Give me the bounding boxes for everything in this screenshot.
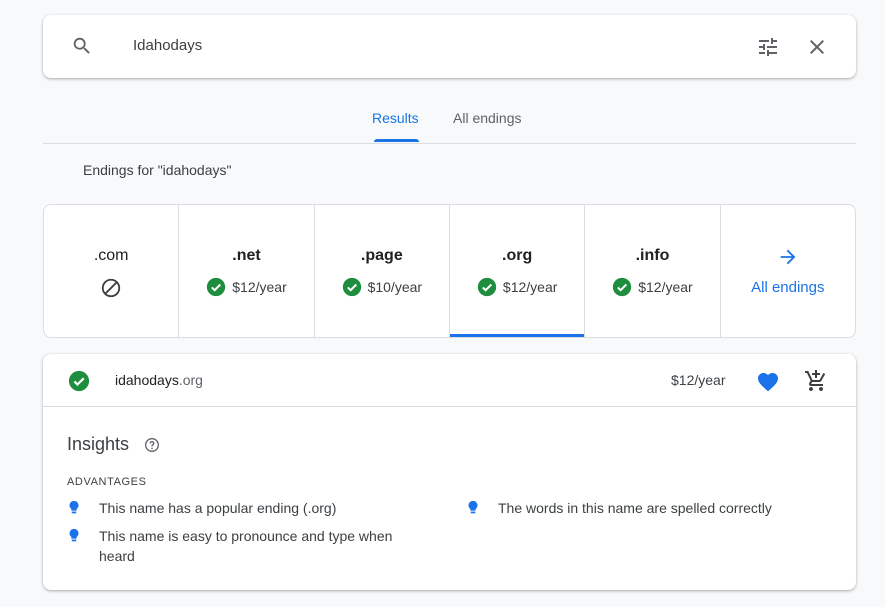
tab-bar: Results All endings [43,100,856,144]
advantages-label: ADVANTAGES [67,476,147,488]
advantage-text: This name is easy to pronounce and type … [99,528,393,564]
ending-tld: .net [232,247,261,264]
tab-all-endings[interactable]: All endings [453,110,522,126]
check-circle-icon [613,277,632,297]
check-circle-icon [68,370,90,392]
tab-results[interactable]: Results [372,110,419,126]
result-row: idahodays.org $12/year [43,354,856,407]
advantage-text: This name has a popular ending (.org) [99,500,337,516]
insights-title: Insights [67,434,130,454]
ending-status: $12/year [179,277,313,297]
search-input[interactable]: Idahodays [133,37,202,54]
ending-org[interactable]: .org $12/year [449,205,586,337]
ending-status: $12/year [585,277,719,297]
check-circle-icon [342,277,361,297]
ending-com[interactable]: .com [44,205,180,337]
ending-net[interactable]: .net $12/year [179,205,315,337]
ending-price: $10/year [367,279,423,295]
active-tab-indicator [374,139,419,142]
ending-status: $10/year [315,277,449,297]
ending-info[interactable]: .info $12/year [585,205,721,337]
arrow-right-icon [780,249,795,265]
all-endings-label: All endings [751,279,825,296]
ending-tld: .page [360,247,403,264]
tune-icon[interactable] [756,35,780,59]
lightbulb-icon [69,500,79,514]
add-to-cart-icon[interactable] [804,369,828,393]
result-price: $12/year [671,372,726,388]
all-endings-link[interactable]: All endings [721,205,855,337]
endings-grid: .com .net $12/year .page $10/year .org $… [43,204,856,338]
result-domain-tld: .org [178,372,203,388]
advantage-text: The words in this name are spelled corre… [498,500,772,516]
ending-tld: .info [635,247,670,264]
help-icon[interactable] [144,437,160,453]
ending-page[interactable]: .page $10/year [315,205,450,337]
lightbulb-icon [69,528,79,542]
ending-status [44,277,178,299]
unavailable-icon [101,278,121,298]
result-domain-name: idahodays [115,372,179,388]
close-icon[interactable] [805,35,829,59]
lightbulb-icon [468,500,478,514]
search-icon[interactable] [71,35,93,57]
ending-price: $12/year [502,279,558,295]
check-circle-icon [207,277,226,297]
ending-tld: .com [93,247,129,264]
result-card: idahodays.org $12/year Insights ADVANTAG… [43,354,856,590]
result-domain: idahodays.org [115,372,203,388]
ending-price: $12/year [638,279,693,295]
ending-status: $12/year [450,277,584,297]
search-bar: Idahodays [43,15,856,78]
endings-heading: Endings for "idahodays" [83,162,232,178]
check-circle-icon [477,277,497,297]
heart-icon[interactable] [756,370,780,394]
ending-tld: .org [502,247,533,264]
ending-price: $12/year [232,279,287,295]
